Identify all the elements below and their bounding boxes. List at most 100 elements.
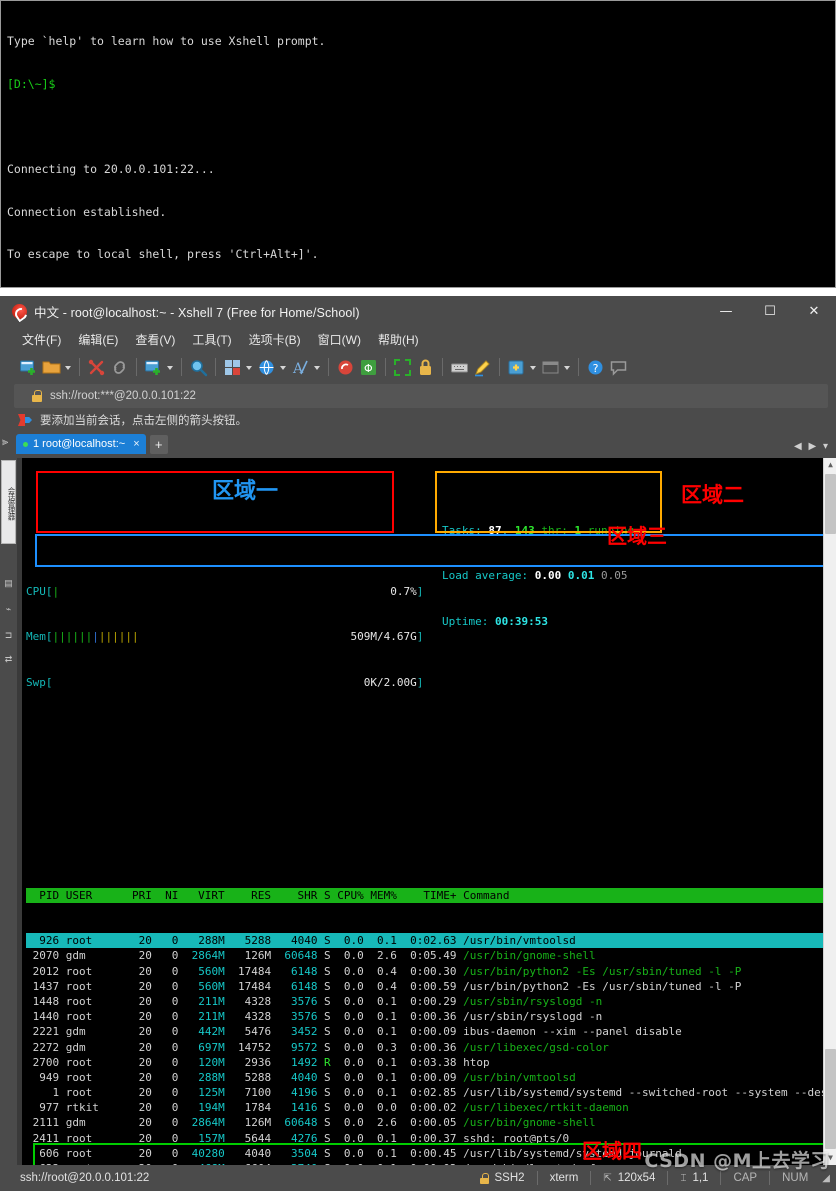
chevron-down-icon[interactable] <box>245 357 254 378</box>
table-row[interactable]: 1437 root 20 0 560M 17484 6148 S 0.0 0.4… <box>26 979 836 994</box>
table-row[interactable]: 2221 gdm 20 0 442M 5476 3452 S 0.0 0.1 0… <box>26 1024 836 1039</box>
mem-meter-row: Mem[||||||||||||| 509M/4.67G] <box>26 630 424 644</box>
search-icon[interactable] <box>188 357 209 378</box>
mem-meter-bars: ||||||||||||| <box>52 630 139 644</box>
tab-nav-controls[interactable]: ◀ ▶ ▾ <box>794 441 830 452</box>
table-row[interactable]: 2700 root 20 0 120M 2936 1492 R 0.0 0.1 … <box>26 1055 836 1070</box>
swp-meter-value: 0K/2.00G <box>363 675 417 689</box>
menu-view[interactable]: 查看(V) <box>135 331 175 348</box>
table-row[interactable]: 949 root 20 0 288M 5288 4040 S 0.0 0.1 0… <box>26 1070 836 1085</box>
close-button[interactable]: ✕ <box>792 296 836 326</box>
xshell-window: 中文 - root@localhost:~ - Xshell 7 (Free f… <box>0 296 836 1191</box>
session-manager-arrow-icon[interactable]: ⫸ <box>2 435 15 449</box>
add-session-hint: 要添加当前会话，点击左侧的箭头按钮。 <box>0 408 836 432</box>
chevron-down-icon[interactable] <box>313 357 322 378</box>
font-icon[interactable]: A <box>290 357 311 378</box>
status-separator <box>590 1171 592 1185</box>
scroll-up-icon[interactable]: ▲ <box>824 458 836 472</box>
table-row[interactable]: 926 root 20 0 288M 5288 4040 S 0.0 0.1 0… <box>26 933 836 949</box>
table-row[interactable]: 2411 root 20 0 157M 5644 4276 S 0.0 0.1 … <box>26 1131 836 1146</box>
address-bar[interactable]: ssh://root:***@20.0.0.101:22 <box>14 384 828 408</box>
globe-icon[interactable] <box>256 357 277 378</box>
table-row[interactable]: 1 root 20 0 125M 7100 4196 S 0.0 0.1 0:0… <box>26 1085 836 1100</box>
tasks-row: Tasks: 87, 143 thr; 1 running <box>442 523 635 537</box>
address-bar-value: ssh://root:***@20.0.0.101:22 <box>50 390 196 402</box>
running-count: 1 <box>574 523 582 537</box>
chevron-down-icon[interactable] <box>529 357 538 378</box>
upper-terminal-panel[interactable]: Type `help' to learn how to use Xshell p… <box>0 0 836 288</box>
sessions-icon[interactable]: ▤ <box>3 578 14 589</box>
thread-count: 143 <box>514 523 535 537</box>
menu-file[interactable]: 文件(F) <box>22 331 61 348</box>
transfer-icon[interactable]: ⇄ <box>3 654 14 665</box>
tab-root-localhost[interactable]: 1 root@localhost:~ × <box>16 434 146 454</box>
cursor-icon: ⌶ <box>680 1172 687 1184</box>
svg-text:?: ? <box>593 362 599 375</box>
status-num: NUM <box>782 1172 808 1184</box>
highlight-icon[interactable] <box>472 357 493 378</box>
load-average-row: Load average: 0.00 0.01 0.05 <box>442 569 628 583</box>
menu-tools[interactable]: 工具(T) <box>192 331 231 348</box>
help-icon[interactable]: ? <box>585 357 606 378</box>
chevron-down-icon[interactable] <box>279 357 288 378</box>
add-icon[interactable] <box>506 357 527 378</box>
quick-command-icon[interactable]: ⌁ <box>3 604 14 615</box>
table-row[interactable]: 2070 gdm 20 0 2864M 126M 60648 S 0.0 2.6… <box>26 948 836 963</box>
scrollbar-thumb[interactable] <box>825 1049 836 1149</box>
xftp-icon[interactable]: Φ <box>358 357 379 378</box>
chevron-down-icon[interactable] <box>166 357 175 378</box>
chevron-down-icon <box>563 357 572 378</box>
terminal-scrollbar[interactable]: ▲ ▼ <box>823 458 836 1165</box>
htop-terminal[interactable]: CPU[| 0.7%] Mem[||||||||||||| 509M/4.67G… <box>17 458 836 1165</box>
keyboard-icon[interactable] <box>449 357 470 378</box>
scrollbar-thumb-top[interactable] <box>825 474 836 534</box>
menu-window[interactable]: 窗口(W) <box>318 331 361 348</box>
uptime-value: 00:39:53 <box>494 615 548 628</box>
menu-edit[interactable]: 编辑(E) <box>78 331 118 348</box>
table-row[interactable]: 977 rtkit 20 0 194M 1784 1416 S 0.0 0.0 … <box>26 1100 836 1115</box>
lock-icon <box>32 390 42 402</box>
menu-help[interactable]: 帮助(H) <box>378 331 419 348</box>
close-icon[interactable]: × <box>133 438 139 450</box>
cpu-meter-value: 0.7% <box>390 584 417 598</box>
menu-tabs[interactable]: 选项卡(B) <box>249 331 301 348</box>
window-title: 中文 - root@localhost:~ - Xshell 7 (Free f… <box>34 305 360 320</box>
htop-header: CPU[| 0.7%] Mem[||||||||||||| 509M/4.67G… <box>26 553 836 720</box>
table-row[interactable]: 2111 gdm 20 0 2864M 126M 60648 S 0.0 2.6… <box>26 1115 836 1130</box>
layout-icon[interactable]: ⊐ <box>3 630 14 641</box>
lock-icon[interactable] <box>415 357 436 378</box>
open-folder-icon[interactable] <box>41 357 62 378</box>
process-table-body[interactable]: 926 root 20 0 288M 5288 4040 S 0.0 0.1 0… <box>26 933 836 1165</box>
disconnect-icon[interactable] <box>86 357 107 378</box>
chevron-down-icon[interactable] <box>64 357 73 378</box>
new-tab-icon[interactable] <box>143 357 164 378</box>
mem-meter-value: 509M/4.67G <box>350 630 417 644</box>
maximize-button[interactable]: ☐ <box>748 296 792 326</box>
status-separator <box>769 1171 771 1185</box>
add-session-arrow-icon <box>18 414 32 426</box>
swp-meter-label: Swp <box>26 675 46 689</box>
toolbar-separator <box>79 358 80 376</box>
toolbar-separator <box>499 358 500 376</box>
new-session-icon[interactable] <box>18 357 39 378</box>
session-manager-tab[interactable]: 会话管理器 <box>1 460 16 544</box>
resize-grip-icon[interactable]: ◢ <box>822 1173 830 1184</box>
terminal-line: Connecting to 20.0.0.101:22... <box>7 162 215 177</box>
fullscreen-icon[interactable] <box>392 357 413 378</box>
xshell-icon[interactable] <box>335 357 356 378</box>
table-row[interactable]: 1448 root 20 0 211M 4328 3576 S 0.0 0.1 … <box>26 994 836 1009</box>
table-row[interactable]: 1440 root 20 0 211M 4328 3576 S 0.0 0.1 … <box>26 1009 836 1024</box>
table-row[interactable]: 2012 root 20 0 560M 17484 6148 S 0.0 0.4… <box>26 964 836 979</box>
status-terminal-type: xterm <box>550 1172 579 1184</box>
table-row[interactable]: 2272 gdm 20 0 697M 14752 9572 S 0.0 0.3 … <box>26 1040 836 1055</box>
status-size: ⇱ 120x54 <box>603 1172 655 1184</box>
new-tab-button[interactable]: + <box>149 435 168 454</box>
chat-icon[interactable] <box>608 357 629 378</box>
process-table-header[interactable]: PID USER PRI NI VIRT RES SHR S CPU% MEM%… <box>26 887 836 903</box>
size-icon: ⇱ <box>603 1172 612 1184</box>
status-cursor-text: 1,1 <box>692 1172 709 1184</box>
layout-icon[interactable] <box>222 357 243 378</box>
terminal-line: To escape to local shell, press 'Ctrl+Al… <box>7 247 319 262</box>
minimize-button[interactable]: — <box>704 296 748 326</box>
cpu-meter-row: CPU[| 0.7%] <box>26 584 424 598</box>
